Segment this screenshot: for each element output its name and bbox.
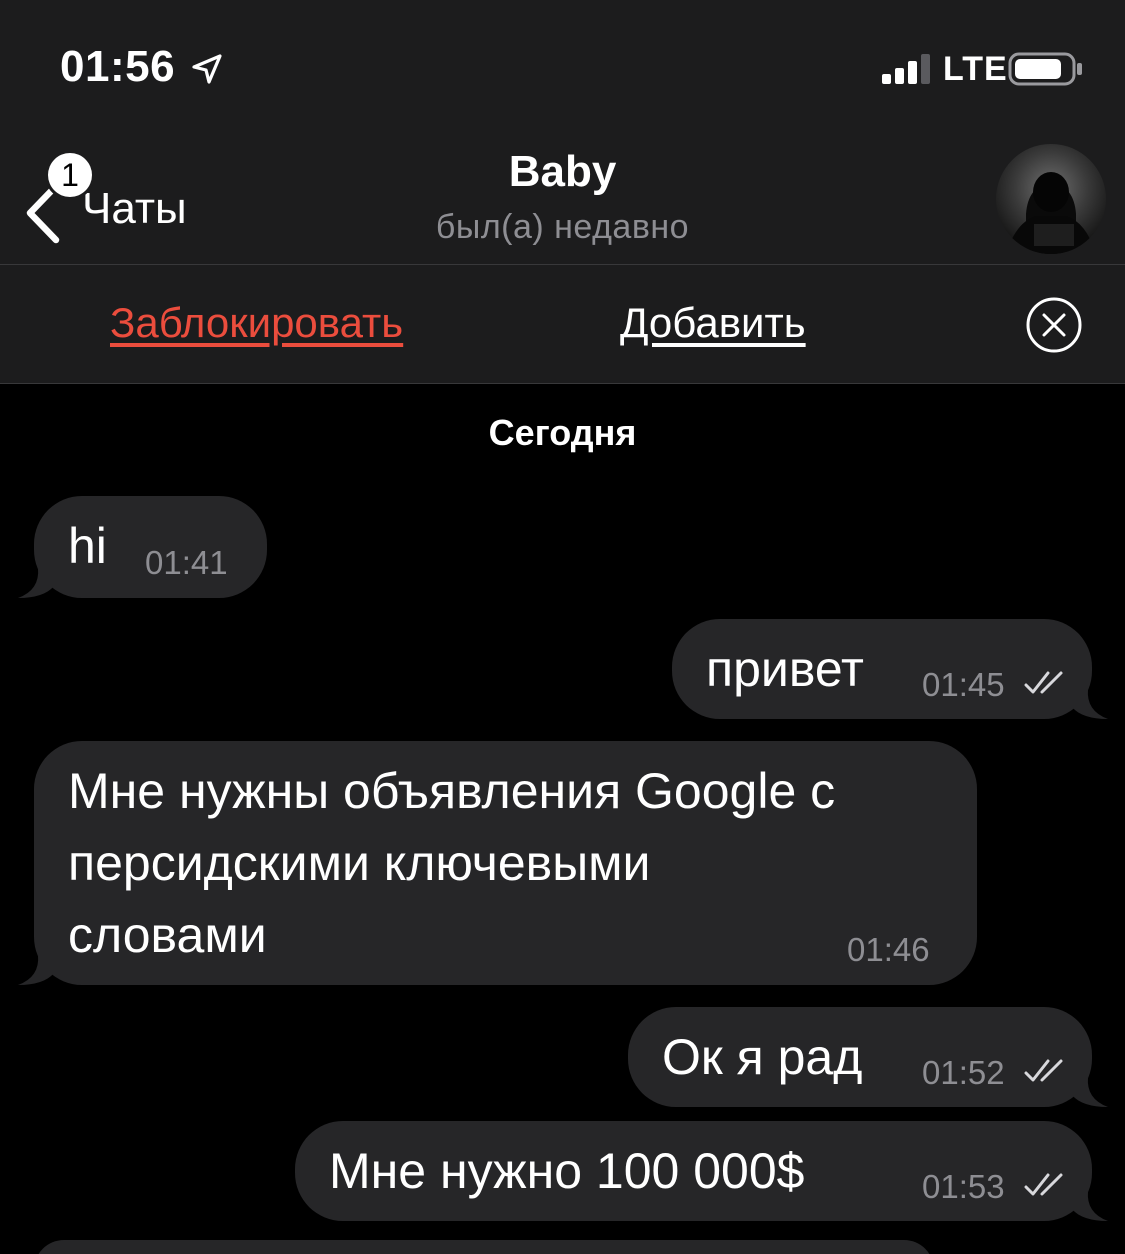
message-text: hi xyxy=(68,518,107,574)
chat-title[interactable]: Baby xyxy=(0,147,1125,197)
message-time: 01:52 xyxy=(922,1054,1005,1091)
battery-icon xyxy=(1008,52,1082,86)
message-bubble-outgoing[interactable]: привет 01:45 xyxy=(672,619,1108,719)
message-time: 01:46 xyxy=(847,931,930,968)
message-text: Мне нужно 100 000$ xyxy=(329,1143,805,1199)
bubble-tail xyxy=(1072,689,1108,719)
message-text: Ок я рад xyxy=(662,1029,863,1085)
message-time: 01:45 xyxy=(922,666,1005,703)
status-time: 01:56 xyxy=(60,42,176,91)
status-bar: 01:56 LTE xyxy=(0,0,1125,130)
block-button[interactable]: Заблокировать xyxy=(110,299,403,347)
double-check-icon xyxy=(1024,1173,1063,1196)
date-separator: Сегодня xyxy=(488,412,637,453)
bubble-tail xyxy=(18,955,54,985)
double-check-icon xyxy=(1024,1059,1063,1082)
message-bubble-outgoing[interactable]: Ок я рад 01:52 xyxy=(628,1007,1108,1107)
double-check-icon xyxy=(1024,671,1063,694)
contact-action-bar: Заблокировать Добавить xyxy=(0,265,1125,384)
message-bubble-incoming-partial[interactable] xyxy=(34,1240,934,1254)
message-bubble-incoming[interactable]: hi 01:41 xyxy=(18,496,267,598)
message-text: Мне нужны объявления Google с персидским… xyxy=(68,763,836,963)
message-bubble-incoming[interactable]: Мне нужны объявления Google с персидским… xyxy=(18,741,977,985)
location-arrow-icon xyxy=(192,54,222,84)
close-circle-icon[interactable] xyxy=(1024,295,1084,355)
bubble-tail xyxy=(18,568,54,598)
avatar[interactable] xyxy=(996,144,1106,254)
chat-status: был(а) недавно xyxy=(435,208,690,246)
network-label: LTE xyxy=(943,50,1008,88)
message-bubble-outgoing[interactable]: Мне нужно 100 000$ 01:53 xyxy=(295,1121,1108,1221)
add-contact-button[interactable]: Добавить xyxy=(620,299,806,347)
message-text: привет xyxy=(706,641,864,697)
bubble-tail xyxy=(1072,1191,1108,1221)
signal-icon xyxy=(882,54,930,84)
message-time: 01:53 xyxy=(922,1168,1005,1205)
hooded-figure-avatar xyxy=(996,144,1106,254)
navigation-bar: Чаты 1 Baby был(а) недавно xyxy=(0,130,1125,265)
bubble-tail xyxy=(1072,1077,1108,1107)
chat-screen: 01:56 LTE Чаты 1 Baby был(а) недавно Заб… xyxy=(0,0,1125,1254)
message-time: 01:41 xyxy=(145,544,228,581)
